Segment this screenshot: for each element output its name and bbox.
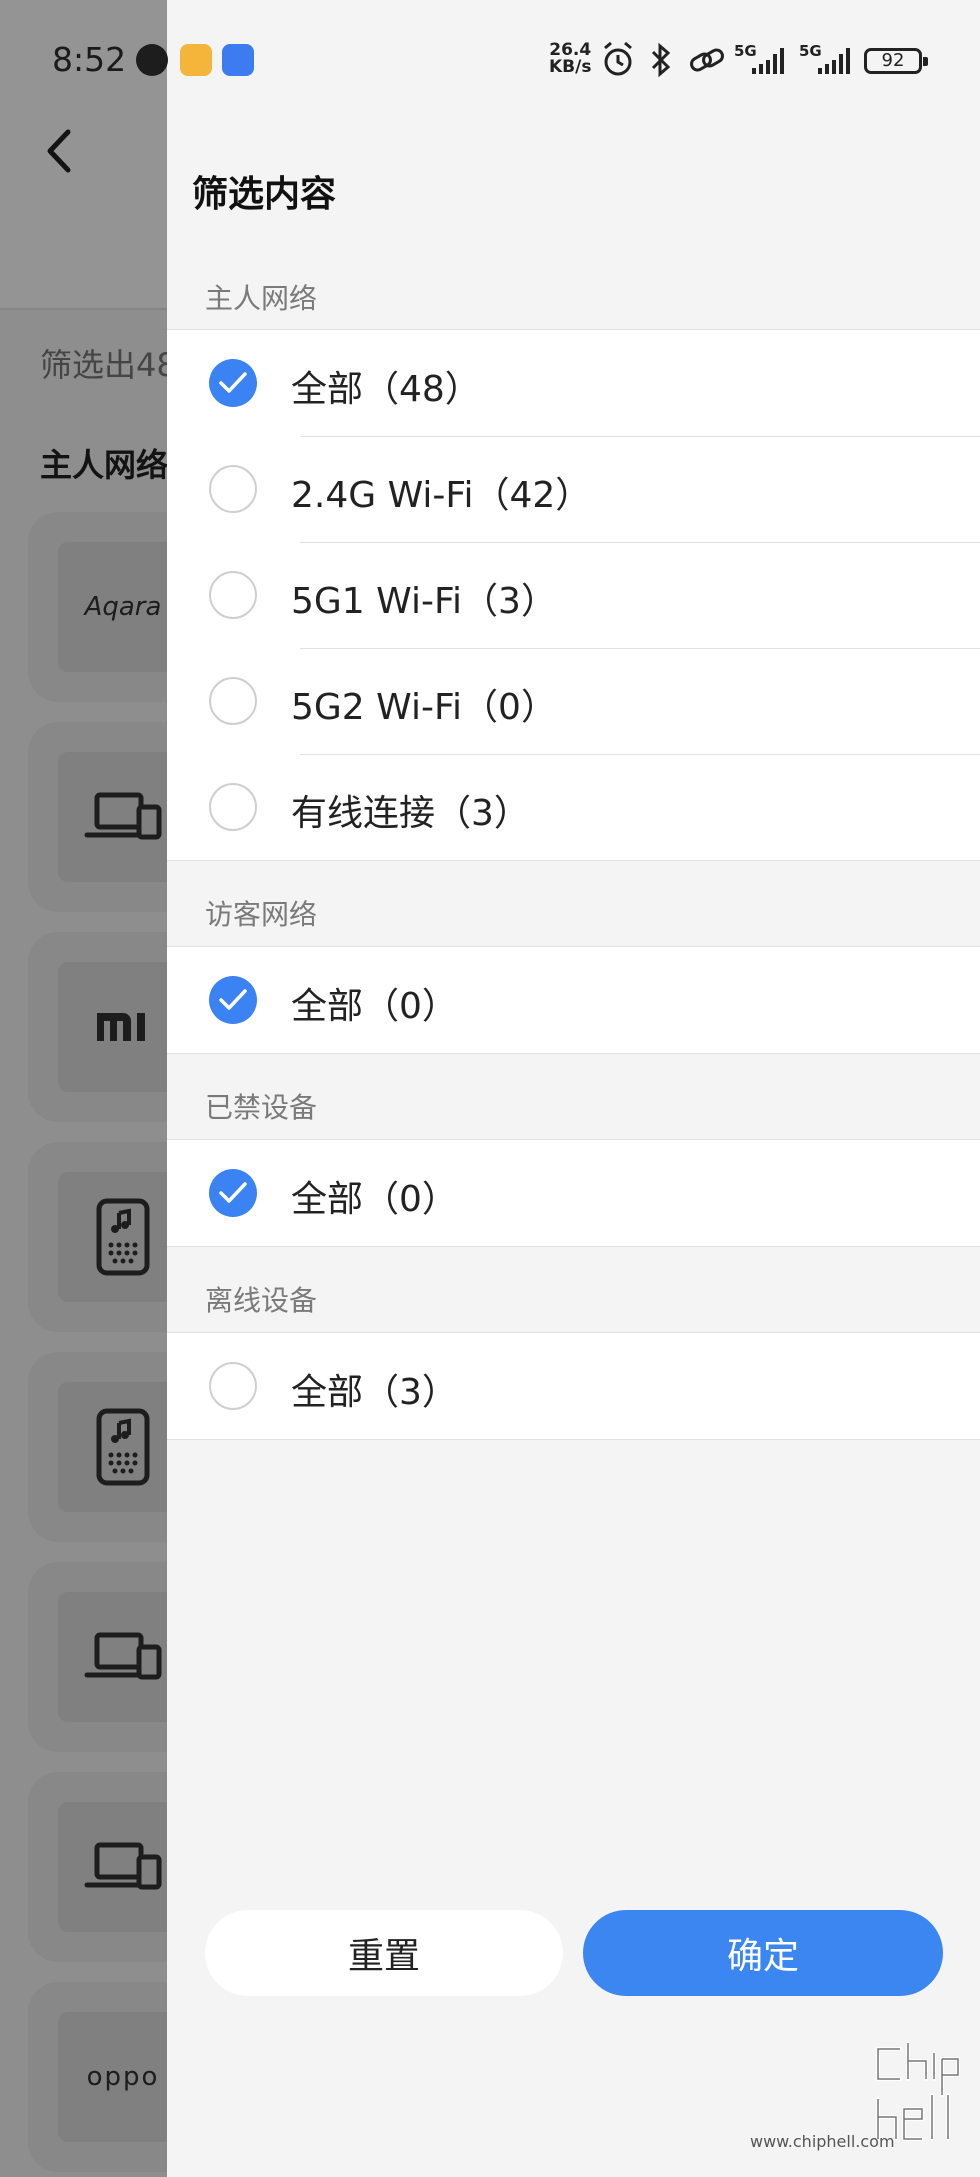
group-label-owner-network: 主人网络 <box>205 282 318 315</box>
checked-icon[interactable] <box>209 1169 257 1217</box>
filter-option-5g1-wifi[interactable]: 5G1 Wi-Fi（3） <box>167 542 980 648</box>
drawer-title: 筛选内容 <box>192 174 337 215</box>
filter-group-owner-network: 全部（48） 2.4G Wi-Fi（42） 5G1 Wi-Fi（3） 5G2 W… <box>167 329 980 861</box>
option-label: 全部（3） <box>291 1372 458 1413</box>
group-label-blocked-devices: 已禁设备 <box>205 1091 318 1124</box>
option-label: 全部（48） <box>291 369 481 410</box>
unchecked-circle-icon[interactable] <box>209 783 257 831</box>
status-bar: 8:52 26.4 KB/s 5G 5G 92 <box>0 0 980 120</box>
filter-option-guest-all[interactable]: 全部（0） <box>167 947 980 1053</box>
filter-group-guest-network: 全部（0） <box>167 946 980 1054</box>
filter-option-5g2-wifi[interactable]: 5G2 Wi-Fi（0） <box>167 648 980 754</box>
net-speed: 26.4 KB/s <box>549 42 591 76</box>
link-app-icon <box>222 44 254 76</box>
filter-option-wired[interactable]: 有线连接（3） <box>167 754 980 860</box>
unchecked-circle-icon[interactable] <box>209 465 257 513</box>
filter-drawer: 筛选内容 主人网络 全部（48） 2.4G Wi-Fi（42） 5G1 Wi-F… <box>167 0 980 2177</box>
battery-indicator: 92 <box>864 48 928 74</box>
checked-icon[interactable] <box>209 359 257 407</box>
option-label: 全部（0） <box>291 1179 458 1220</box>
notes-app-icon <box>180 44 212 76</box>
alarm-icon <box>604 41 632 76</box>
group-label-guest-network: 访客网络 <box>205 898 318 931</box>
bluetooth-icon <box>651 42 671 78</box>
filter-option-24g-wifi[interactable]: 2.4G Wi-Fi（42） <box>167 436 980 542</box>
option-label: 5G1 Wi-Fi（3） <box>291 581 557 622</box>
confirm-button[interactable]: 确定 <box>583 1910 943 1996</box>
clock: 8:52 <box>52 40 127 79</box>
option-label: 有线连接（3） <box>291 793 530 834</box>
signal-sim2-icon <box>818 48 850 74</box>
signal-sim1-icon <box>752 48 784 74</box>
checked-icon[interactable] <box>209 976 257 1024</box>
watermark-url: www.chiphell.com <box>750 2132 895 2151</box>
option-label: 全部（0） <box>291 986 458 1027</box>
filter-option-owner-all[interactable]: 全部（48） <box>167 330 980 436</box>
hotspot-link-icon <box>690 48 724 72</box>
clock-app-icon <box>136 44 168 76</box>
filter-option-offline-all[interactable]: 全部（3） <box>167 1333 980 1439</box>
unchecked-circle-icon[interactable] <box>209 1362 257 1410</box>
filter-option-blocked-all[interactable]: 全部（0） <box>167 1140 980 1246</box>
reset-button[interactable]: 重置 <box>205 1910 563 1996</box>
unchecked-circle-icon[interactable] <box>209 677 257 725</box>
filter-group-blocked-devices: 全部（0） <box>167 1139 980 1247</box>
option-label: 5G2 Wi-Fi（0） <box>291 687 557 728</box>
unchecked-circle-icon[interactable] <box>209 571 257 619</box>
option-label: 2.4G Wi-Fi（42） <box>291 475 592 516</box>
group-label-offline-devices: 离线设备 <box>205 1284 318 1317</box>
filter-group-offline-devices: 全部（3） <box>167 1332 980 1440</box>
net-speed-unit: KB/s <box>549 57 592 77</box>
